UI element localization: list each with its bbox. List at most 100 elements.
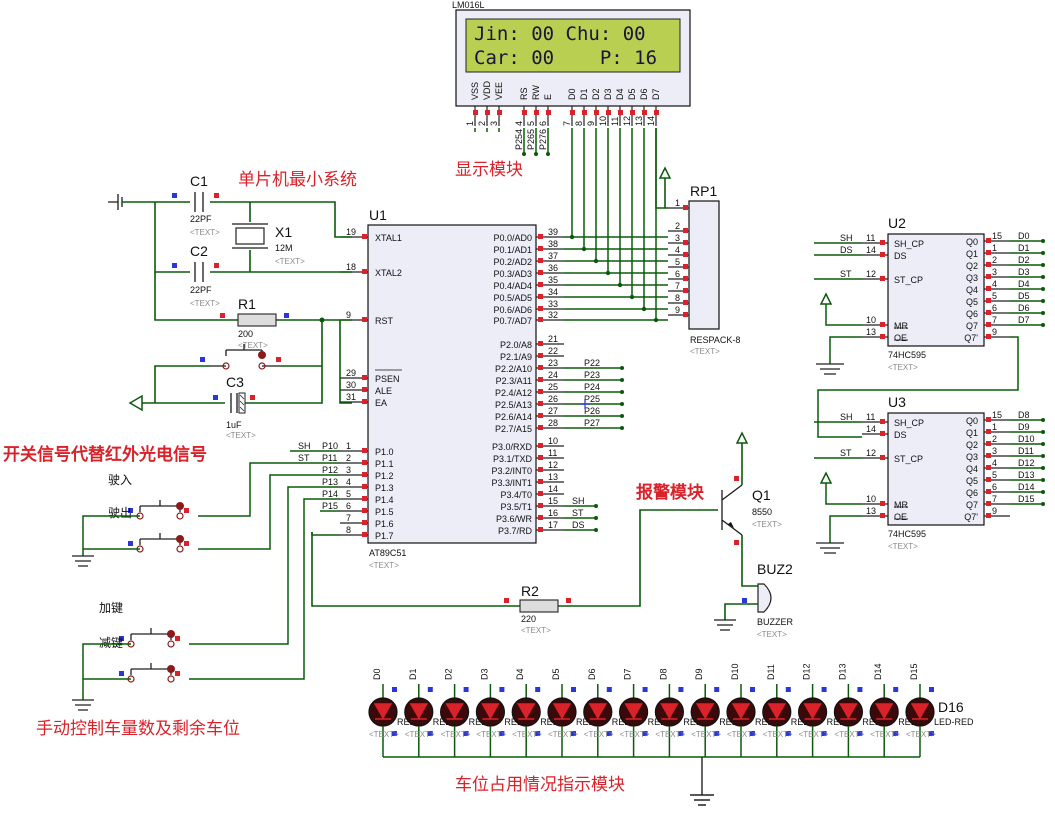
rp1-resistor-pack[interactable]: RP1 1 2 3 4 5 6 7 8 9 RESPACK-8 <TEXT> [658,166,740,356]
mcu-right-pin-marker [538,389,543,394]
sr-ground-icon [816,542,844,554]
mcu-right-pin-marker [538,503,543,508]
mcu-left-pin-marker [362,375,367,380]
rp1-pin-number: 8 [675,293,680,303]
push-button-contact [176,545,184,553]
mcu-right-pin-marker [538,353,543,358]
p0-junction [593,258,599,264]
sr-left-pin-name: OE [894,333,907,343]
crystal-symbol [235,227,265,245]
push-button-marker [175,636,180,641]
sr-left-pin-name: SH_CP [894,239,924,249]
led-tag: <TEXT> [799,730,829,739]
ground-icon [72,699,94,711]
c1-tag: <TEXT> [190,228,220,237]
lcd-module[interactable]: LM016L Jin: 00 Chu: 00 Car: 00 P: 16 VSS… [452,0,691,156]
mcu-right-pin-marker [538,467,543,472]
mcu-left-pin-marker [362,234,367,239]
sr-right-marker [986,453,991,458]
mcu-right-pin-number: 27 [548,406,558,416]
p1-net-number: P14 [322,489,338,499]
led-marker [857,687,863,692]
mcu-left-pin-marker [362,460,367,465]
sr-out-dot [1041,251,1045,255]
sr-out-dot [1041,299,1045,303]
sr-right-pin-number: 3 [992,446,997,456]
rp1-body [688,200,720,330]
lcd-pin-label: RW [531,85,541,100]
mcu-left-pin-number: 18 [346,262,356,272]
mcu-right-pin-name: P2.3/A11 [496,376,532,386]
lcd-pin-number: 13 [634,116,644,126]
lcd-pin-marker [582,110,587,115]
mcu-left-pin-marker [362,387,367,392]
sr-out-dot [1041,239,1045,243]
sr-right-marker [986,501,991,506]
c1-symbol [194,192,204,212]
sr-out-label: D5 [1018,291,1030,301]
mcu-right-pin-marker [538,258,543,263]
mcu-right-pin-name: P3.3/INT1 [491,478,532,488]
rp1-pin-number: 6 [675,269,680,279]
sr-right-marker [986,465,991,470]
led-tag: <TEXT> [691,730,721,739]
mcu-right-pin-marker [538,365,543,370]
lcd-line-1: Jin: 00 Chu: 00 [474,23,646,45]
mcu-right-pin-number: 24 [548,370,558,380]
lcd-pin-number: 12 [622,116,632,126]
led-net-label: D5 [551,668,561,680]
mcu-left-pin-marker [362,508,367,513]
rp1-pin-marker [683,205,688,210]
p2-net-label: P22 [584,358,600,368]
schematic-svg: LM016L Jin: 00 Chu: 00 Car: 00 P: 16 VSS… [3,0,1045,806]
mcu-right-pin-name: P2.4/A12 [495,388,532,398]
rp1-pin-marker [683,288,688,293]
led-marker [821,687,827,692]
mcu-right-pin-marker [538,341,543,346]
push-button-plunger [130,663,172,675]
sr-out-label: D10 [1018,434,1035,444]
annotation-parking-indicator: 车位占用情况指示模块 [455,775,625,795]
sr-out-dot [1041,454,1045,458]
mcu-left-pin-name: P1.3 [375,483,394,493]
sr-left-pin-name: MR [894,321,908,331]
sr-right-pin-number: 5 [992,291,997,301]
sr-right-pin-number: 4 [992,458,997,468]
p0-wire [564,128,668,298]
sr-right-marker [986,250,991,255]
mcu-text-tag: <TEXT> [369,561,399,570]
rp1-pin-marker [683,312,688,317]
sr-out-dot [1041,311,1045,315]
rp1-pin-marker [683,252,688,257]
sr-left-marker [880,419,885,424]
sr-out-label: D8 [1018,410,1030,420]
mcu-right-pin-number: 14 [548,484,558,494]
sr-left-marker [880,513,885,518]
sr-out-label: D11 [1018,446,1034,456]
schematic-canvas: LM016L Jin: 00 Chu: 00 Car: 00 P: 16 VSS… [0,0,1055,818]
led-net-label: D14 [873,663,883,680]
sr-right-marker [986,322,991,327]
sr-out-label: D1 [1018,243,1030,253]
sr-out-dot [1041,502,1045,506]
push-buttons[interactable]: 驶入驶出加键减键 [72,472,189,711]
sr-out-dot [1041,430,1045,434]
mcu-right-pin-marker [538,401,543,406]
sr-out-dot [1041,418,1045,422]
mcu-right-pin-number: 17 [548,520,558,530]
sr-right-pin-name: Q6 [966,309,978,319]
led-ground-icon [690,757,714,806]
led-marker [427,687,433,692]
sr-left-pin-name: DS [894,251,907,261]
lcd-pin-number: 8 [574,121,584,126]
sr-right-marker [986,513,991,518]
c3-ref: C3 [226,374,244,390]
led-marker [499,687,505,692]
mcu-right-pin-marker [538,377,543,382]
sr-left-marker [880,276,885,281]
r1-value: 200 [238,329,253,339]
rp1-value: RESPACK-8 [690,335,740,345]
sr-right-pin-name: Q5 [966,476,978,486]
mcu-left-pin-number: 2 [346,453,351,463]
r1-tag: <TEXT> [238,341,268,350]
